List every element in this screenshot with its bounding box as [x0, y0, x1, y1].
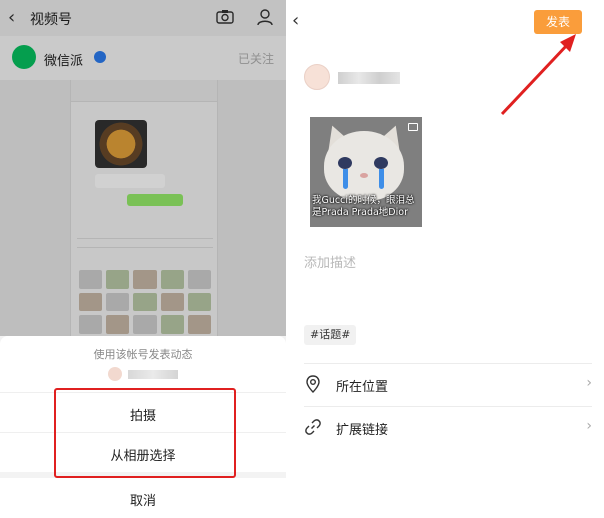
sheet-account: [108, 367, 178, 381]
cat-eye: [374, 157, 388, 169]
cancel-button[interactable]: 取消: [0, 490, 286, 509]
cat-nose: [360, 173, 368, 178]
avatar: [304, 64, 330, 90]
image-type-icon: [408, 123, 418, 131]
link-icon: [305, 419, 321, 435]
chevron-right-icon: ›: [586, 418, 592, 434]
tear: [343, 169, 348, 189]
modal-overlay[interactable]: [0, 0, 286, 336]
left-panel: ‹ 视频号 微信派 已关注 使用该帐号发表动态 拍摄 从相册选择 取消: [0, 0, 286, 518]
location-label: 所在位置: [336, 380, 389, 395]
location-row[interactable]: 所在位置 ›: [304, 365, 592, 405]
divider: [304, 363, 592, 364]
right-panel: ‹ 发表 我Gucci的时候，眼泪总是Prada Prada地Dior 添加描述…: [286, 0, 604, 518]
highlight-box: [54, 388, 236, 478]
back-button[interactable]: ‹: [292, 10, 299, 31]
sheet-hint: 使用该帐号发表动态: [93, 348, 193, 361]
extended-link-row[interactable]: 扩展链接 ›: [304, 408, 592, 448]
blurred-account-name: [128, 370, 178, 379]
location-pin-icon: [306, 375, 320, 393]
blurred-account-name: [338, 72, 400, 84]
avatar: [108, 367, 122, 381]
cat-head: [324, 131, 404, 201]
description-input[interactable]: 添加描述: [304, 252, 356, 271]
extended-link-label: 扩展链接: [336, 423, 389, 438]
cat-eye: [338, 157, 352, 169]
selected-image[interactable]: 我Gucci的时候，眼泪总是Prada Prada地Dior: [310, 117, 422, 227]
divider: [304, 406, 592, 407]
topic-tag[interactable]: #话题#: [304, 325, 357, 345]
chevron-right-icon: ›: [586, 375, 592, 391]
publish-button[interactable]: 发表: [534, 10, 582, 34]
meme-caption: 我Gucci的时候，眼泪总是Prada Prada地Dior: [312, 195, 415, 218]
tear: [379, 169, 384, 189]
